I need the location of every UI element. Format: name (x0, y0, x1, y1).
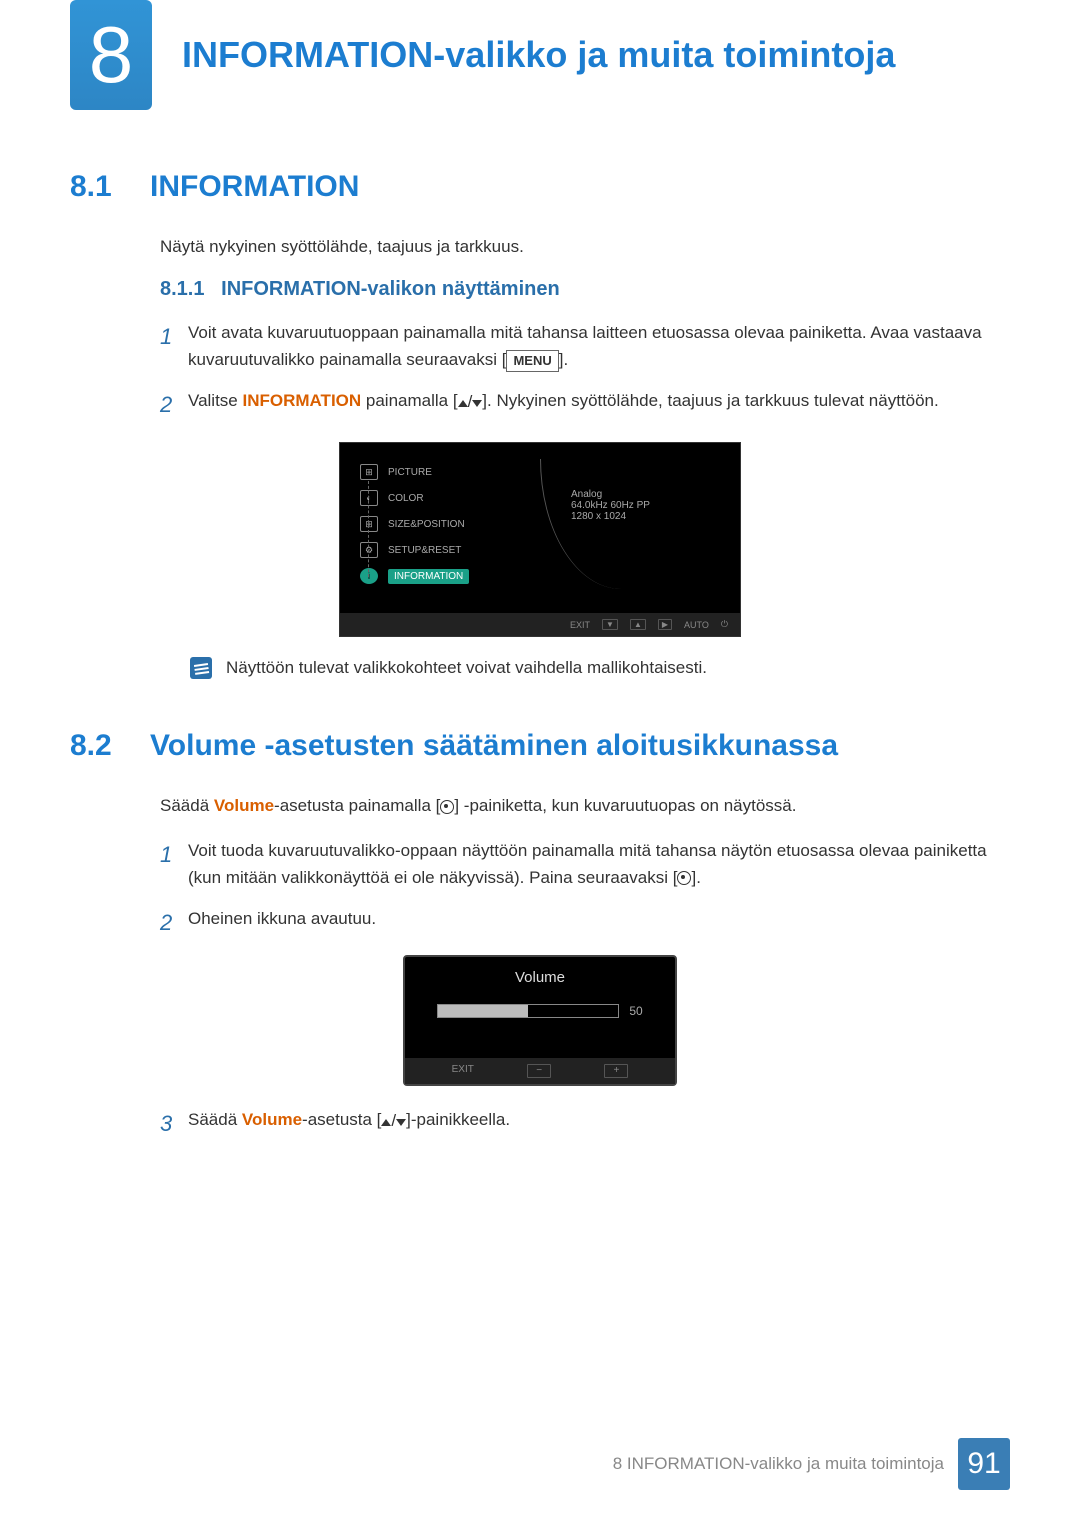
step-number: 2 (160, 387, 188, 422)
label: SIZE&POSITION (388, 519, 465, 530)
step-text: Voit tuoda kuvaruutuvalikko-oppaan näytt… (188, 837, 1010, 891)
section2-intro: Säädä Volume-asetusta painamalla [ ] -pai… (160, 793, 1010, 819)
text: ]-painikkeella. (406, 1110, 510, 1129)
section-number: 8.1 (70, 170, 150, 204)
step-number: 2 (160, 905, 188, 940)
page-number: 91 (958, 1438, 1010, 1490)
osd-footer: EXIT ▼ ▲ ▶ AUTO ⏻ (340, 613, 740, 636)
step-1-s2: 1 Voit tuoda kuvaruutuvalikko-oppaan näy… (160, 837, 1010, 891)
label: COLOR (388, 493, 424, 504)
section-intro: Näytä nykyinen syöttölähde, taajuus ja t… (160, 234, 1010, 260)
footer-down-icon: ▼ (602, 619, 618, 630)
info-source: Analog (571, 489, 720, 500)
text: painamalla [ (361, 391, 457, 410)
volume-title: Volume (405, 957, 675, 1004)
step-2-s2: 2 Oheinen ikkuna avautuu. (160, 905, 1010, 940)
text: -asetusta [ (302, 1110, 381, 1129)
text: Voit tuoda kuvaruutuvalikko-oppaan näytt… (188, 841, 987, 887)
step-number: 1 (160, 319, 188, 373)
step-text: Voit avata kuvaruutuoppaan painamalla mi… (188, 319, 1010, 373)
label: SETUP&RESET (388, 545, 461, 556)
subsection-8-1-1: 8.1.1 INFORMATION-valikon näyttäminen (160, 278, 1010, 301)
text: -asetusta painamalla [ (274, 796, 440, 815)
footer-exit: EXIT (452, 1064, 474, 1078)
label: PICTURE (388, 467, 432, 478)
note: Näyttöön tulevat valikkokohteet voivat v… (190, 657, 1010, 679)
menu-item-size-position: ⊞ SIZE&POSITION (360, 511, 540, 537)
osd-volume: Volume 50 EXIT − + (403, 955, 677, 1086)
plus-icon: + (604, 1064, 628, 1078)
footer-auto: AUTO (684, 620, 709, 630)
tree-line (368, 481, 370, 577)
highlight-volume: Volume (214, 796, 274, 815)
section-title: INFORMATION (150, 170, 359, 204)
step-number: 3 (160, 1106, 188, 1141)
footer-exit: EXIT (570, 620, 590, 630)
osd-information-menu: ⊞ PICTURE ◐ COLOR ⊞ SIZE&POSITION ⚙ SETU… (339, 442, 741, 637)
text: Valitse (188, 391, 243, 410)
page-footer: 8 INFORMATION-valikko ja muita toimintoj… (613, 1438, 1010, 1490)
menu-item-picture: ⊞ PICTURE (360, 459, 540, 485)
text: ]. (691, 868, 700, 887)
volume-fill (438, 1005, 528, 1017)
highlight-information: INFORMATION (243, 391, 362, 410)
text: Voit avata kuvaruutuoppaan painamalla mi… (188, 323, 982, 369)
step-text: Oheinen ikkuna avautuu. (188, 905, 1010, 940)
section-number: 8.2 (70, 729, 150, 763)
highlight-volume: Volume (242, 1110, 302, 1129)
info-frequency: 64.0kHz 60Hz PP (571, 500, 720, 511)
text: ]. (559, 350, 568, 369)
chapter-title: INFORMATION-valikko ja muita toimintoja (182, 34, 895, 76)
label: INFORMATION (388, 569, 469, 584)
menu-button-label: MENU (506, 350, 558, 373)
note-text: Näyttöön tulevat valikkokohteet voivat v… (226, 658, 707, 678)
step-text: Säädä Volume-asetusta [/]-painikkeella. (188, 1106, 1010, 1141)
chapter-number-badge: 8 (70, 0, 152, 110)
menu-item-setup-reset: ⚙ SETUP&RESET (360, 537, 540, 563)
up-down-icon: / (458, 388, 483, 415)
footer-up-icon: ▲ (630, 619, 646, 630)
text: Säädä (160, 796, 214, 815)
text: ]. Nykyinen syöttölähde, taajuus ja tark… (482, 391, 938, 410)
volume-bar (437, 1004, 619, 1018)
section-title: Volume -asetusten säätäminen aloitusikku… (150, 729, 838, 763)
section-8-2-header: 8.2 Volume -asetusten säätäminen aloitus… (70, 729, 1010, 763)
footer-play-icon: ▶ (658, 619, 672, 630)
footer-chapter-text: 8 INFORMATION-valikko ja muita toimintoj… (613, 1454, 944, 1474)
info-resolution: 1280 x 1024 (571, 511, 720, 522)
section-8-1-header: 8.1 INFORMATION (70, 170, 1010, 204)
step-1: 1 Voit avata kuvaruutuoppaan painamalla … (160, 319, 1010, 373)
menu-item-color: ◐ COLOR (360, 485, 540, 511)
text: ] -painiketta, kun kuvaruutuopas on näyt… (454, 796, 796, 815)
step-number: 1 (160, 837, 188, 891)
minus-icon: − (527, 1064, 551, 1078)
osd-info-panel: Analog 64.0kHz 60Hz PP 1280 x 1024 (540, 459, 720, 589)
circle-button-icon (440, 800, 454, 814)
note-icon (190, 657, 212, 679)
circle-button-icon (677, 871, 691, 885)
step-3-s2: 3 Säädä Volume-asetusta [/]-painikkeella… (160, 1106, 1010, 1141)
volume-footer: EXIT − + (405, 1058, 675, 1084)
volume-value: 50 (629, 1004, 642, 1018)
menu-item-information-active: i INFORMATION (360, 563, 540, 589)
step-2: 2 Valitse INFORMATION painamalla [/]. Ny… (160, 387, 1010, 422)
subsection-title: INFORMATION-valikon näyttäminen (221, 278, 560, 300)
up-down-icon: / (381, 1107, 406, 1134)
picture-icon: ⊞ (360, 464, 378, 480)
subsection-number: 8.1.1 (160, 278, 204, 300)
chapter-header: 8 INFORMATION-valikko ja muita toimintoj… (70, 0, 1010, 110)
step-text: Valitse INFORMATION painamalla [/]. Nyky… (188, 387, 1010, 422)
footer-power-icon: ⏻ (721, 619, 728, 630)
text: Säädä (188, 1110, 242, 1129)
